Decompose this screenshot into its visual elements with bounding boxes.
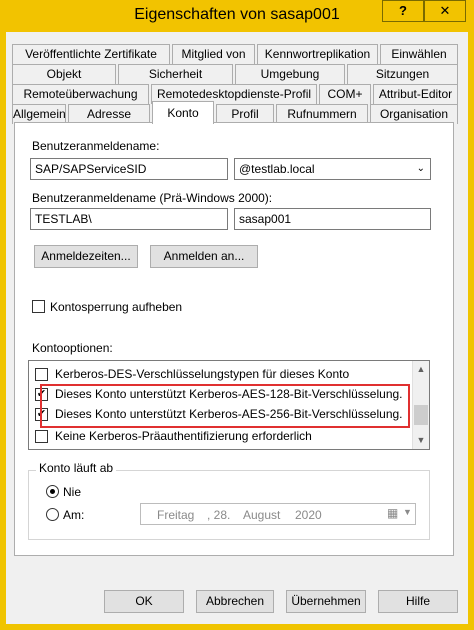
tab-com-plus[interactable]: COM+	[319, 84, 371, 104]
pre2000-label: Benutzeranmeldename (Prä-Windows 2000):	[32, 191, 273, 205]
dialog-window: Eigenschaften von sasap001 ? ✕ Veröffent…	[0, 0, 474, 630]
help-footer-button[interactable]: Hilfe	[378, 590, 458, 613]
option-label: Keine Kerberos-Präauthentifizierung erfo…	[55, 429, 312, 443]
tab-security[interactable]: Sicherheit	[118, 64, 233, 84]
option-checkbox-no-preauth[interactable]	[35, 430, 48, 443]
list-item[interactable]: Kerberos-DES-Verschlüsselungstypen für d…	[35, 365, 415, 385]
scroll-down-icon[interactable]: ▼	[413, 432, 429, 449]
date-day: , 28.	[207, 508, 231, 522]
unlock-label: Kontosperrung aufheben	[50, 300, 183, 314]
unlock-checkbox[interactable]	[32, 300, 45, 313]
tab-environment[interactable]: Umgebung	[235, 64, 345, 84]
calendar-icon[interactable]: ▦	[387, 506, 398, 520]
chevron-down-icon: ⌄	[416, 163, 425, 174]
pre2000-domain-field: TESTLAB\	[30, 208, 228, 230]
chevron-down-icon[interactable]: ▼	[403, 507, 412, 517]
close-icon: ✕	[439, 3, 451, 18]
tab-dial-in[interactable]: Einwählen	[380, 44, 458, 64]
domain-value: @testlab.local	[239, 162, 315, 176]
ok-button[interactable]: OK	[104, 590, 184, 613]
help-button[interactable]: ?	[382, 0, 424, 22]
highlight-box	[40, 384, 410, 428]
pre2000-user-input[interactable]: sasap001	[234, 208, 431, 230]
account-options-label: Kontooptionen:	[32, 341, 113, 355]
tab-general[interactable]: Allgemein	[12, 104, 66, 124]
at-radio[interactable]	[46, 508, 59, 521]
scroll-thumb[interactable]	[414, 405, 428, 425]
at-label: Am:	[63, 508, 85, 522]
logon-hours-button[interactable]: Anmeldezeiten...	[34, 245, 138, 268]
tab-sessions[interactable]: Sitzungen	[347, 64, 458, 84]
tab-phone-numbers[interactable]: Rufnummern	[276, 104, 368, 124]
expiry-date-picker[interactable]: Freitag , 28. August 2020 ▦ ▼	[140, 503, 416, 525]
tab-password-replication[interactable]: Kennwortreplikation	[257, 44, 378, 64]
close-button[interactable]: ✕	[424, 0, 466, 22]
tab-certificates[interactable]: Veröffentlichte Zertifikate	[12, 44, 170, 64]
apply-button[interactable]: Übernehmen	[286, 590, 366, 613]
logon-name-input[interactable]: SAP/SAPServiceSID	[30, 158, 228, 180]
date-weekday: Freitag	[157, 508, 195, 522]
tab-organization[interactable]: Organisation	[370, 104, 458, 124]
expiry-group-label: Konto läuft ab	[36, 461, 117, 475]
cancel-button[interactable]: Abbrechen	[196, 590, 274, 613]
tab-object[interactable]: Objekt	[12, 64, 116, 84]
domain-select[interactable]: @testlab.local ⌄	[234, 158, 431, 180]
tab-account[interactable]: Konto	[152, 101, 214, 124]
tab-attribute-editor[interactable]: Attribut-Editor	[373, 84, 458, 104]
tab-profile[interactable]: Profil	[216, 104, 274, 124]
date-year: 2020	[295, 508, 322, 522]
option-checkbox-des[interactable]	[35, 368, 48, 381]
scroll-up-icon[interactable]: ▲	[413, 361, 429, 378]
options-scrollbar[interactable]: ▲ ▼	[412, 361, 429, 449]
title-bar[interactable]: Eigenschaften von sasap001 ? ✕	[0, 0, 474, 32]
tab-member-of[interactable]: Mitglied von	[172, 44, 255, 64]
tab-address[interactable]: Adresse	[68, 104, 150, 124]
tab-remote-control[interactable]: Remoteüberwachung	[12, 84, 149, 104]
never-radio[interactable]	[46, 485, 59, 498]
logon-to-button[interactable]: Anmelden an...	[150, 245, 258, 268]
list-item[interactable]: Keine Kerberos-Präauthentifizierung erfo…	[35, 427, 415, 447]
option-label: Kerberos-DES-Verschlüsselungstypen für d…	[55, 367, 350, 381]
logon-name-label: Benutzeranmeldename:	[32, 139, 160, 153]
date-month: August	[243, 508, 281, 522]
never-label: Nie	[63, 485, 82, 499]
